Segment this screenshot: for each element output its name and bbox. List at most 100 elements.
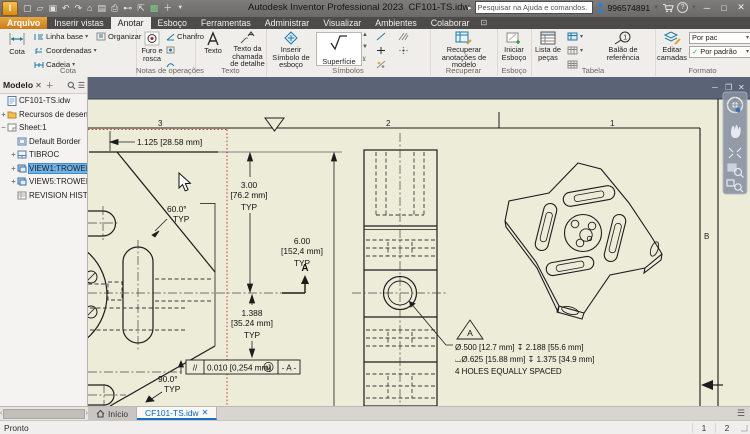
browser-hscrollbar[interactable]: ‹ › <box>0 407 88 420</box>
tree-item-tbroc[interactable]: + TIBROC <box>0 148 87 162</box>
expand-icon[interactable]: + <box>10 164 17 173</box>
hole-table-button[interactable]: ▾ <box>567 46 583 55</box>
tree-item-drawing-resources[interactable]: + Recursos de desenho <box>0 108 87 122</box>
express-tools-icon[interactable]: ⊡ <box>476 17 491 29</box>
centered-pattern-button[interactable] <box>398 46 409 55</box>
tab-home[interactable]: Início <box>88 407 138 420</box>
tab-document[interactable]: CF101-TS.idw ✕ <box>137 407 218 420</box>
maximize-button[interactable]: □ <box>717 3 731 13</box>
tab-list-menu-icon[interactable]: ☰ <box>732 407 750 420</box>
user-icon[interactable] <box>596 2 605 13</box>
browser-close-icon[interactable]: ✕ <box>33 81 44 90</box>
tab-ferramentas[interactable]: Ferramentas <box>194 17 258 29</box>
tab-visualizar[interactable]: Visualizar <box>316 17 368 29</box>
tab-ambientes[interactable]: Ambientes <box>368 17 424 29</box>
tree-item-view1[interactable]: + VIEW1:TROWEL SPI <box>0 162 87 176</box>
expand-icon[interactable]: + <box>0 110 7 119</box>
tab-colaborar[interactable]: Colaborar <box>424 17 477 29</box>
centerline-button[interactable] <box>376 32 386 41</box>
browser-search-icon[interactable] <box>67 81 76 90</box>
scrollbar-thumb[interactable] <box>3 408 85 419</box>
doc-window-controls[interactable]: ─ ❐ ✕ <box>711 83 745 92</box>
hole-thread-note-button[interactable]: Furo e rosca <box>136 31 168 62</box>
sheet-icon[interactable]: ▤ <box>95 1 108 16</box>
select-tools-icon[interactable]: ⇱ <box>135 1 147 16</box>
sheet-number-2[interactable]: 2 <box>715 422 738 433</box>
center-mark-button[interactable] <box>376 46 386 55</box>
open-file-icon[interactable]: ▱ <box>35 1 46 16</box>
baseline-dimension-button[interactable]: Linha base ▾ <box>34 32 88 41</box>
tree-item-default-border[interactable]: Default Border <box>0 135 87 149</box>
tab-arquivo[interactable]: Arquivo <box>0 17 48 29</box>
tree-item-revision-history[interactable]: REVISION HISTORY <box>0 189 87 203</box>
balloon-button[interactable]: 1 Balão de referência <box>595 31 651 61</box>
insert-sketch-symbol-button[interactable]: Inserir Símbolo de esboço <box>269 31 313 69</box>
general-table-button[interactable]: ▾ <box>567 32 583 41</box>
surface-symbol-gallery[interactable]: Superfície <box>316 31 362 66</box>
measure-icon[interactable]: ⊷ <box>121 1 134 16</box>
user-id[interactable]: 996574891 <box>608 3 651 13</box>
save-icon[interactable]: ▣ <box>46 1 59 16</box>
help-dropdown-icon[interactable]: ▼ <box>691 5 697 11</box>
gallery-down-icon[interactable]: ▼ <box>362 44 368 50</box>
user-dropdown-icon[interactable]: ▼ <box>653 5 659 11</box>
doc-close-icon[interactable]: ✕ <box>738 83 745 92</box>
browser-tab-label[interactable]: Modelo <box>0 80 33 90</box>
iproperties-icon[interactable]: ▩ <box>148 1 161 16</box>
drawing-canvas[interactable]: 3 2 1 B 1.125 [28.58 mm] 3.00 [76.2 mm] … <box>88 77 750 406</box>
collapse-icon[interactable]: − <box>0 123 7 132</box>
cart-icon[interactable] <box>662 3 674 13</box>
parts-list-button[interactable]: Lista de peças <box>532 31 564 61</box>
feature-control-frame[interactable]: // 0.010 [0,254 mm] M - A - <box>177 359 301 375</box>
print-icon[interactable]: ⎙ <box>109 1 120 16</box>
browser-menu-icon[interactable]: ☰ <box>76 81 87 90</box>
close-button[interactable]: ✕ <box>734 2 748 13</box>
tree-item-sheet1[interactable]: − Sheet:1 <box>0 121 87 135</box>
hatch-region-button[interactable] <box>398 32 409 41</box>
redo-icon[interactable]: ↷ <box>73 1 85 16</box>
help-search-input[interactable]: Pesquisar na Ajuda e comandos. <box>474 1 593 14</box>
folder-icon <box>7 110 17 119</box>
punch-note-button[interactable] <box>166 46 175 54</box>
gallery-up-icon[interactable]: ▲ <box>362 32 368 38</box>
search-collapse-icon[interactable]: ▸ <box>468 4 472 12</box>
doc-restore-icon[interactable]: ❐ <box>725 83 732 92</box>
gallery-expand-icon[interactable]: ⊻ <box>362 56 368 63</box>
tab-inserir-vistas[interactable]: Inserir vistas <box>47 17 110 29</box>
gallery-scroll-arrows[interactable]: ▲ ▼ ⊻ <box>362 32 368 63</box>
retrieve-annotations-button[interactable]: Recuperar anotações de modelo <box>438 31 490 69</box>
home-icon[interactable]: ⌂ <box>85 1 94 16</box>
qat-add-icon[interactable]: ＋ <box>161 1 174 16</box>
browser-add-icon[interactable]: ＋ <box>44 80 56 91</box>
scroll-left-icon[interactable]: ‹ <box>0 410 2 417</box>
tree-item-document[interactable]: CF101-TS.idw <box>0 94 87 108</box>
expand-icon[interactable]: + <box>10 150 17 159</box>
tab-administrar[interactable]: Administrar <box>258 17 316 29</box>
edit-layers-button[interactable]: Editar camadas <box>656 31 688 61</box>
leader-text-button[interactable]: Texto da chamada de detalhe <box>230 31 265 68</box>
dimension-button[interactable]: Cota <box>1 31 33 56</box>
tab-anotar[interactable]: Anotar <box>110 17 151 29</box>
ordinate-dimension-button[interactable]: Coordenadas ▾ <box>34 46 97 55</box>
arrange-button[interactable]: Organizar <box>96 32 141 41</box>
qat-dropdown-icon[interactable]: ▼ <box>175 1 185 16</box>
new-file-icon[interactable]: ▢ <box>21 1 34 16</box>
inventor-logo-icon[interactable]: I <box>2 1 18 16</box>
tree-item-view5[interactable]: + VIEW5:TROWEL SPI <box>0 175 87 189</box>
style-select[interactable]: ✓ Por padrão ▾ <box>689 46 750 58</box>
help-icon[interactable]: ? <box>677 2 689 13</box>
resize-grip[interactable] <box>739 423 749 433</box>
text-button[interactable]: Texto <box>197 31 229 55</box>
tab-close-icon[interactable]: ✕ <box>202 408 209 417</box>
undo-icon[interactable]: ↶ <box>60 1 72 16</box>
start-sketch-button[interactable]: Iniciar Esboço <box>498 31 530 61</box>
minimize-button[interactable]: ─ <box>700 3 714 13</box>
doc-minimize-icon[interactable]: ─ <box>711 83 718 92</box>
group-label-recuperar: Recuperar <box>445 66 482 75</box>
sheet-number-1[interactable]: 1 <box>692 422 715 433</box>
tab-esboco[interactable]: Esboço <box>151 17 194 29</box>
group-label-simbolos: Símbolos <box>332 66 364 75</box>
expand-icon[interactable]: + <box>10 177 17 186</box>
layer-select[interactable]: Por pac ▾ <box>689 32 750 44</box>
navigation-bar[interactable] <box>722 91 748 195</box>
